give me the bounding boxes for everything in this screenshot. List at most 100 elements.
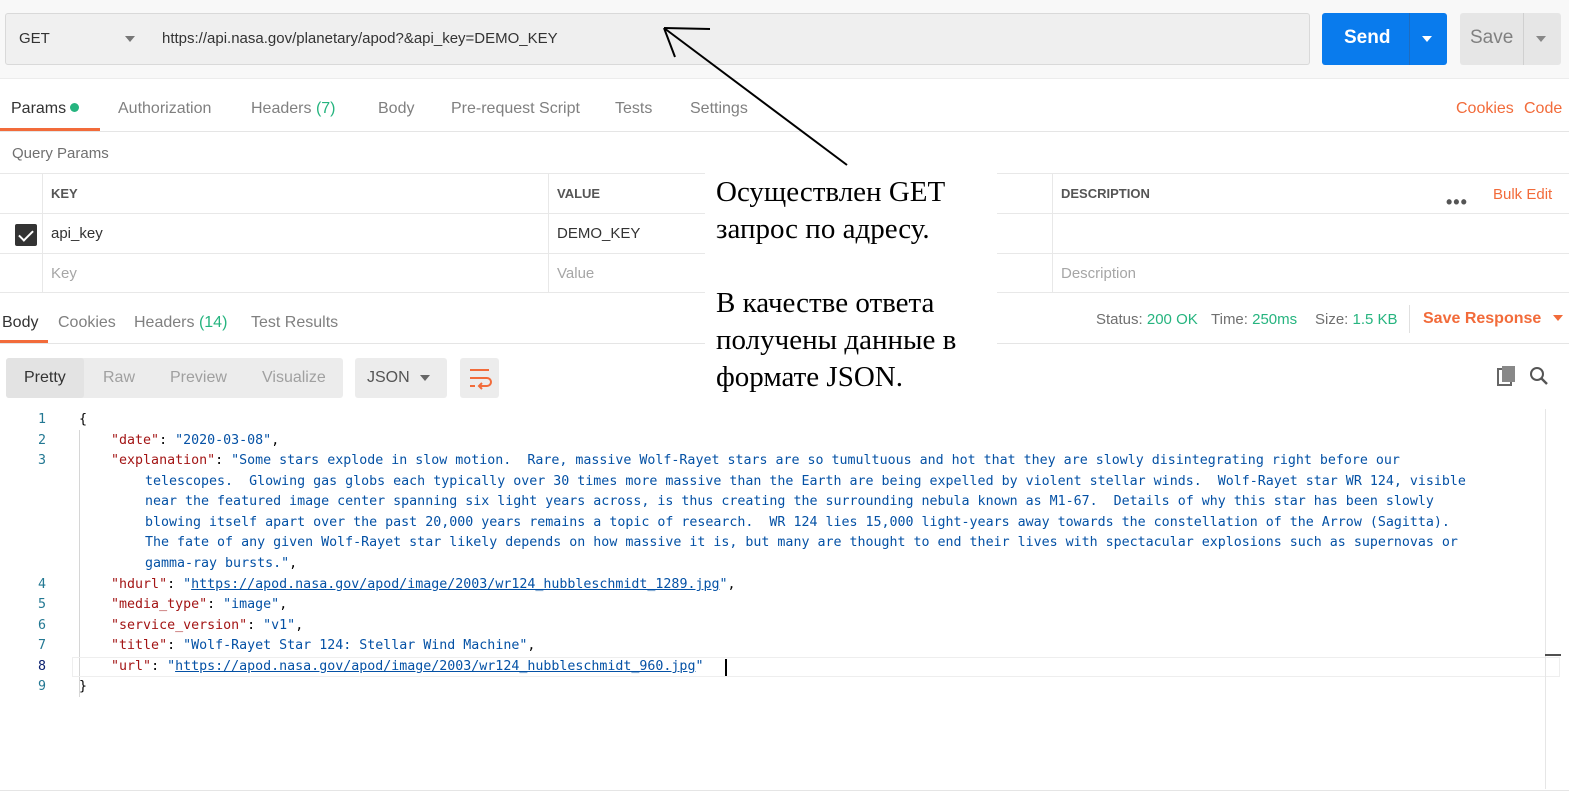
divider xyxy=(0,790,1569,791)
search-icon[interactable] xyxy=(1529,366,1549,386)
format-select[interactable]: JSON xyxy=(355,358,447,398)
save-label: Save xyxy=(1470,27,1514,48)
line-number: 4 xyxy=(37,577,46,592)
hdurl-link[interactable]: https://apod.nasa.gov/apod/image/2003/wr… xyxy=(191,577,719,592)
chevron-down-icon xyxy=(1553,315,1564,321)
json-line-hdurl: "hdurl": "https://apod.nasa.gov/apod/ima… xyxy=(111,577,736,592)
request-url-bar: GET https://api.nasa.gov/planetary/apod?… xyxy=(0,0,1569,79)
view-raw-button[interactable]: Raw xyxy=(103,369,135,387)
send-options-chevron-icon[interactable] xyxy=(1422,36,1432,42)
size-readout: Size: 1.5 KB xyxy=(1315,311,1398,328)
request-tabs: Params Authorization Headers (7) Body Pr… xyxy=(0,79,1569,132)
explanation-line: "Some stars explode in slow motion. Rare… xyxy=(231,453,1400,468)
active-tab-indicator xyxy=(0,128,100,131)
line-number: 7 xyxy=(37,638,46,653)
param-enabled-checkbox[interactable] xyxy=(15,224,37,246)
active-response-tab-indicator xyxy=(0,340,48,343)
query-params-title: Query Params xyxy=(12,145,109,162)
send-label: Send xyxy=(1344,27,1391,48)
line-number: 5 xyxy=(37,597,46,612)
title-value: Wolf-Rayet Star 124: Stellar Wind Machin… xyxy=(191,638,520,653)
send-divider xyxy=(1409,13,1410,65)
tab-response-body[interactable]: Body xyxy=(2,314,38,332)
annotation-line-1: Осуществлен GET запрос по адресу. xyxy=(716,176,945,245)
save-response-button[interactable]: Save Response xyxy=(1423,310,1564,328)
annotation-line-2: В качестве ответа получены данные в форм… xyxy=(716,287,957,393)
tab-headers[interactable]: Headers (7) xyxy=(251,100,336,118)
new-key-input[interactable]: Key xyxy=(42,254,548,292)
headers-count: (7) xyxy=(315,100,336,117)
send-button[interactable]: Send xyxy=(1322,13,1447,65)
method-label: GET xyxy=(19,30,50,47)
wrap-lines-button[interactable] xyxy=(460,358,499,398)
line-number: 9 xyxy=(37,679,46,694)
chevron-down-icon xyxy=(125,36,135,42)
view-pretty-button[interactable]: Pretty xyxy=(24,369,66,387)
explanation-line: telescopes. Glowing gas globs each typic… xyxy=(145,474,1466,489)
tab-tests[interactable]: Tests xyxy=(615,100,652,118)
more-options-icon[interactable]: ••• xyxy=(1446,192,1468,213)
description-column-header: DESCRIPTION xyxy=(1052,174,1432,213)
status-value[interactable]: 200 OK xyxy=(1147,311,1198,328)
save-options-chevron-icon[interactable] xyxy=(1536,36,1546,42)
view-visualize-button[interactable]: Visualize xyxy=(262,369,326,387)
tab-body[interactable]: Body xyxy=(378,100,414,118)
param-key-cell[interactable]: api_key xyxy=(42,214,548,253)
view-mode-group: Pretty Raw Preview Visualize xyxy=(6,358,343,398)
tab-response-headers[interactable]: Headers (14) xyxy=(134,314,227,332)
scrollbar-marker xyxy=(1545,654,1561,656)
response-body-editor[interactable]: 1 2 3 4 5 6 7 8 9 { "date": "2020-03-08"… xyxy=(0,409,1545,789)
copy-icon[interactable] xyxy=(1497,365,1517,387)
service-version-value: v1 xyxy=(271,618,288,633)
line-number: 2 xyxy=(37,433,46,448)
save-response-label: Save Response xyxy=(1423,310,1542,327)
json-close-brace: } xyxy=(79,679,88,694)
code-link[interactable]: Code xyxy=(1524,100,1562,118)
bulk-edit-link[interactable]: Bulk Edit xyxy=(1493,186,1552,203)
method-select[interactable]: GET xyxy=(5,13,151,65)
save-button[interactable]: Save xyxy=(1460,13,1561,65)
cookies-link[interactable]: Cookies xyxy=(1456,100,1514,118)
explanation-line: gamma-ray bursts." xyxy=(145,556,290,571)
url-input[interactable]: https://api.nasa.gov/planetary/apod?&api… xyxy=(150,13,1310,65)
json-line-title: "title": "Wolf-Rayet Star 124: Stellar W… xyxy=(111,638,536,653)
line-number: 3 xyxy=(37,453,46,468)
json-line-date: "date": "2020-03-08", xyxy=(111,433,280,448)
editor-scrollbar[interactable] xyxy=(1545,409,1569,789)
tab-authorization[interactable]: Authorization xyxy=(118,100,211,118)
chevron-down-icon xyxy=(420,375,430,381)
json-line-service-version: "service_version": "v1", xyxy=(111,618,304,633)
json-line-explanation: "explanation": "Some stars explode in sl… xyxy=(111,453,1400,468)
tab-params[interactable]: Params xyxy=(11,100,80,118)
line-number: 8 xyxy=(37,659,46,674)
json-line-media-type: "media_type": "image", xyxy=(111,597,288,612)
time-value[interactable]: 250ms xyxy=(1252,311,1297,328)
size-value[interactable]: 1.5 KB xyxy=(1353,311,1398,328)
line-number: 1 xyxy=(37,412,46,427)
format-label: JSON xyxy=(367,369,410,386)
param-description-cell[interactable] xyxy=(1052,214,1569,253)
tab-label: Params xyxy=(11,100,67,117)
explanation-line: The fate of any given Wolf-Rayet star li… xyxy=(145,535,1458,550)
tab-settings[interactable]: Settings xyxy=(690,100,748,118)
tab-pre-request-script[interactable]: Pre-request Script xyxy=(451,100,580,118)
save-divider xyxy=(1523,13,1524,65)
explanation-line: blowing itself apart over the past 20,00… xyxy=(145,515,1450,530)
new-description-input[interactable]: Description xyxy=(1052,254,1569,292)
params-active-dot-icon xyxy=(70,103,80,112)
status-readout: Status: 200 OK xyxy=(1096,311,1198,328)
date-value: 2020-03-08 xyxy=(183,433,264,448)
media-type-value: image xyxy=(231,597,272,612)
view-preview-button[interactable]: Preview xyxy=(170,369,227,387)
key-column-header: KEY xyxy=(42,174,548,213)
response-headers-count: (14) xyxy=(198,314,228,331)
current-line-highlight xyxy=(72,657,1560,677)
status-label: Status: xyxy=(1096,311,1143,328)
time-label: Time: xyxy=(1211,311,1248,328)
tab-label: Headers xyxy=(251,100,312,117)
json-open-brace: { xyxy=(79,412,88,427)
line-number: 6 xyxy=(37,618,46,633)
tab-test-results[interactable]: Test Results xyxy=(251,314,338,332)
tab-response-cookies[interactable]: Cookies xyxy=(58,314,116,332)
size-label: Size: xyxy=(1315,311,1349,328)
